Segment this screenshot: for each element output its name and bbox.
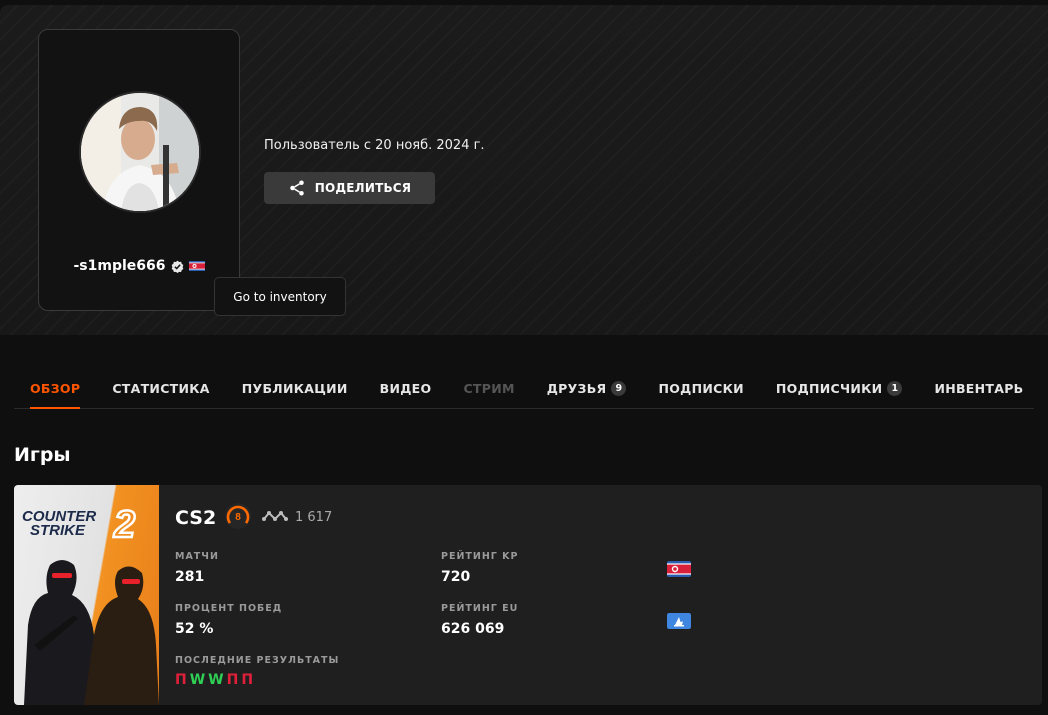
- level-icon: 8: [225, 503, 251, 529]
- flag-icon: [188, 261, 205, 271]
- svg-text:2: 2: [113, 504, 135, 546]
- rating-eu-label: РЕЙТИНГ EU: [441, 603, 519, 614]
- share-icon: [289, 180, 304, 196]
- tab-label: СТРИМ: [463, 380, 515, 396]
- game-name: CS2: [175, 507, 217, 529]
- svg-text:8: 8: [235, 512, 241, 523]
- tab-label: ДРУЗЬЯ: [546, 380, 607, 396]
- share-button-label: ПОДЕЛИТЬСЯ: [314, 181, 412, 195]
- tab-label: СТАТИСТИКА: [112, 380, 210, 396]
- share-button[interactable]: ПОДЕЛИТЬСЯ: [264, 172, 435, 204]
- tab-stream: СТРИМ: [447, 368, 530, 408]
- recent-results: П W W П П: [175, 672, 253, 688]
- games-section-title: Игры: [14, 444, 71, 466]
- inventory-tooltip: Go to inventory: [214, 277, 346, 316]
- friends-count-badge: 9: [611, 380, 627, 396]
- tab-subscriptions[interactable]: ПОДПИСКИ: [642, 368, 759, 408]
- username[interactable]: -s1mple666: [73, 258, 165, 274]
- elo-value: 1 617: [295, 510, 333, 525]
- verified-icon: [171, 260, 183, 273]
- profile-tabs: ОБЗОР СТАТИСТИКА ПУБЛИКАЦИИ ВИДЕО СТРИМ …: [14, 368, 1034, 409]
- tab-inventory[interactable]: ИНВЕНТАРЬ: [918, 368, 1039, 408]
- member-since: Пользователь с 20 нояб. 2024 г.: [264, 138, 485, 153]
- tab-video[interactable]: ВИДЕО: [364, 368, 448, 408]
- tooltip-text: Go to inventory: [233, 289, 327, 304]
- recent-results-label: ПОСЛЕДНИЕ РЕЗУЛЬТАТЫ: [175, 655, 340, 666]
- result-item: П: [175, 672, 187, 688]
- svg-text:STRIKE: STRIKE: [30, 522, 86, 539]
- eu-region-icon: [667, 613, 691, 629]
- result-item: W: [208, 672, 224, 688]
- tab-overview[interactable]: ОБЗОР: [14, 368, 96, 409]
- tab-label: ПОДПИСКИ: [658, 380, 744, 396]
- matches-label: МАТЧИ: [175, 551, 219, 562]
- tab-followers[interactable]: ПОДПИСЧИКИ 1: [760, 368, 919, 408]
- tab-label: ПОДПИСЧИКИ: [775, 380, 883, 396]
- rating-eu-value: 626 069: [441, 621, 505, 637]
- username-row: -s1mple666: [39, 258, 239, 274]
- rating-kp-value: 720: [441, 569, 471, 585]
- result-item: П: [241, 672, 254, 688]
- tab-label: ИНВЕНТАРЬ: [934, 380, 1024, 396]
- rating-kp-label: РЕЙТИНГ KP: [441, 551, 519, 562]
- tab-label: ОБЗОР: [30, 380, 81, 396]
- tab-label: ПУБЛИКАЦИИ: [241, 380, 348, 396]
- result-item: П: [226, 672, 239, 688]
- avatar[interactable]: [79, 91, 201, 213]
- followers-count-badge: 1: [887, 380, 903, 396]
- elo-icon: [262, 511, 288, 521]
- game-card-cs2[interactable]: COUNTER STRIKE 2 CS2 8 1 617 МАТЧИ 281 П…: [14, 485, 1042, 705]
- region-flag-icon: [667, 561, 691, 577]
- profile-card: -s1mple666: [38, 29, 240, 311]
- avatar-image: [81, 93, 199, 211]
- result-item: W: [189, 672, 206, 688]
- winrate-label: ПРОЦЕНТ ПОБЕД: [175, 603, 283, 614]
- cs2-cover-art: COUNTER STRIKE 2: [22, 503, 159, 705]
- tab-label: ВИДЕО: [379, 380, 432, 396]
- tab-statistics[interactable]: СТАТИСТИКА: [96, 368, 225, 408]
- tab-publications[interactable]: ПУБЛИКАЦИИ: [226, 368, 364, 408]
- winrate-value: 52 %: [175, 621, 214, 637]
- matches-value: 281: [175, 569, 205, 585]
- game-cover[interactable]: COUNTER STRIKE 2: [14, 485, 159, 705]
- tab-friends[interactable]: ДРУЗЬЯ 9: [531, 368, 643, 408]
